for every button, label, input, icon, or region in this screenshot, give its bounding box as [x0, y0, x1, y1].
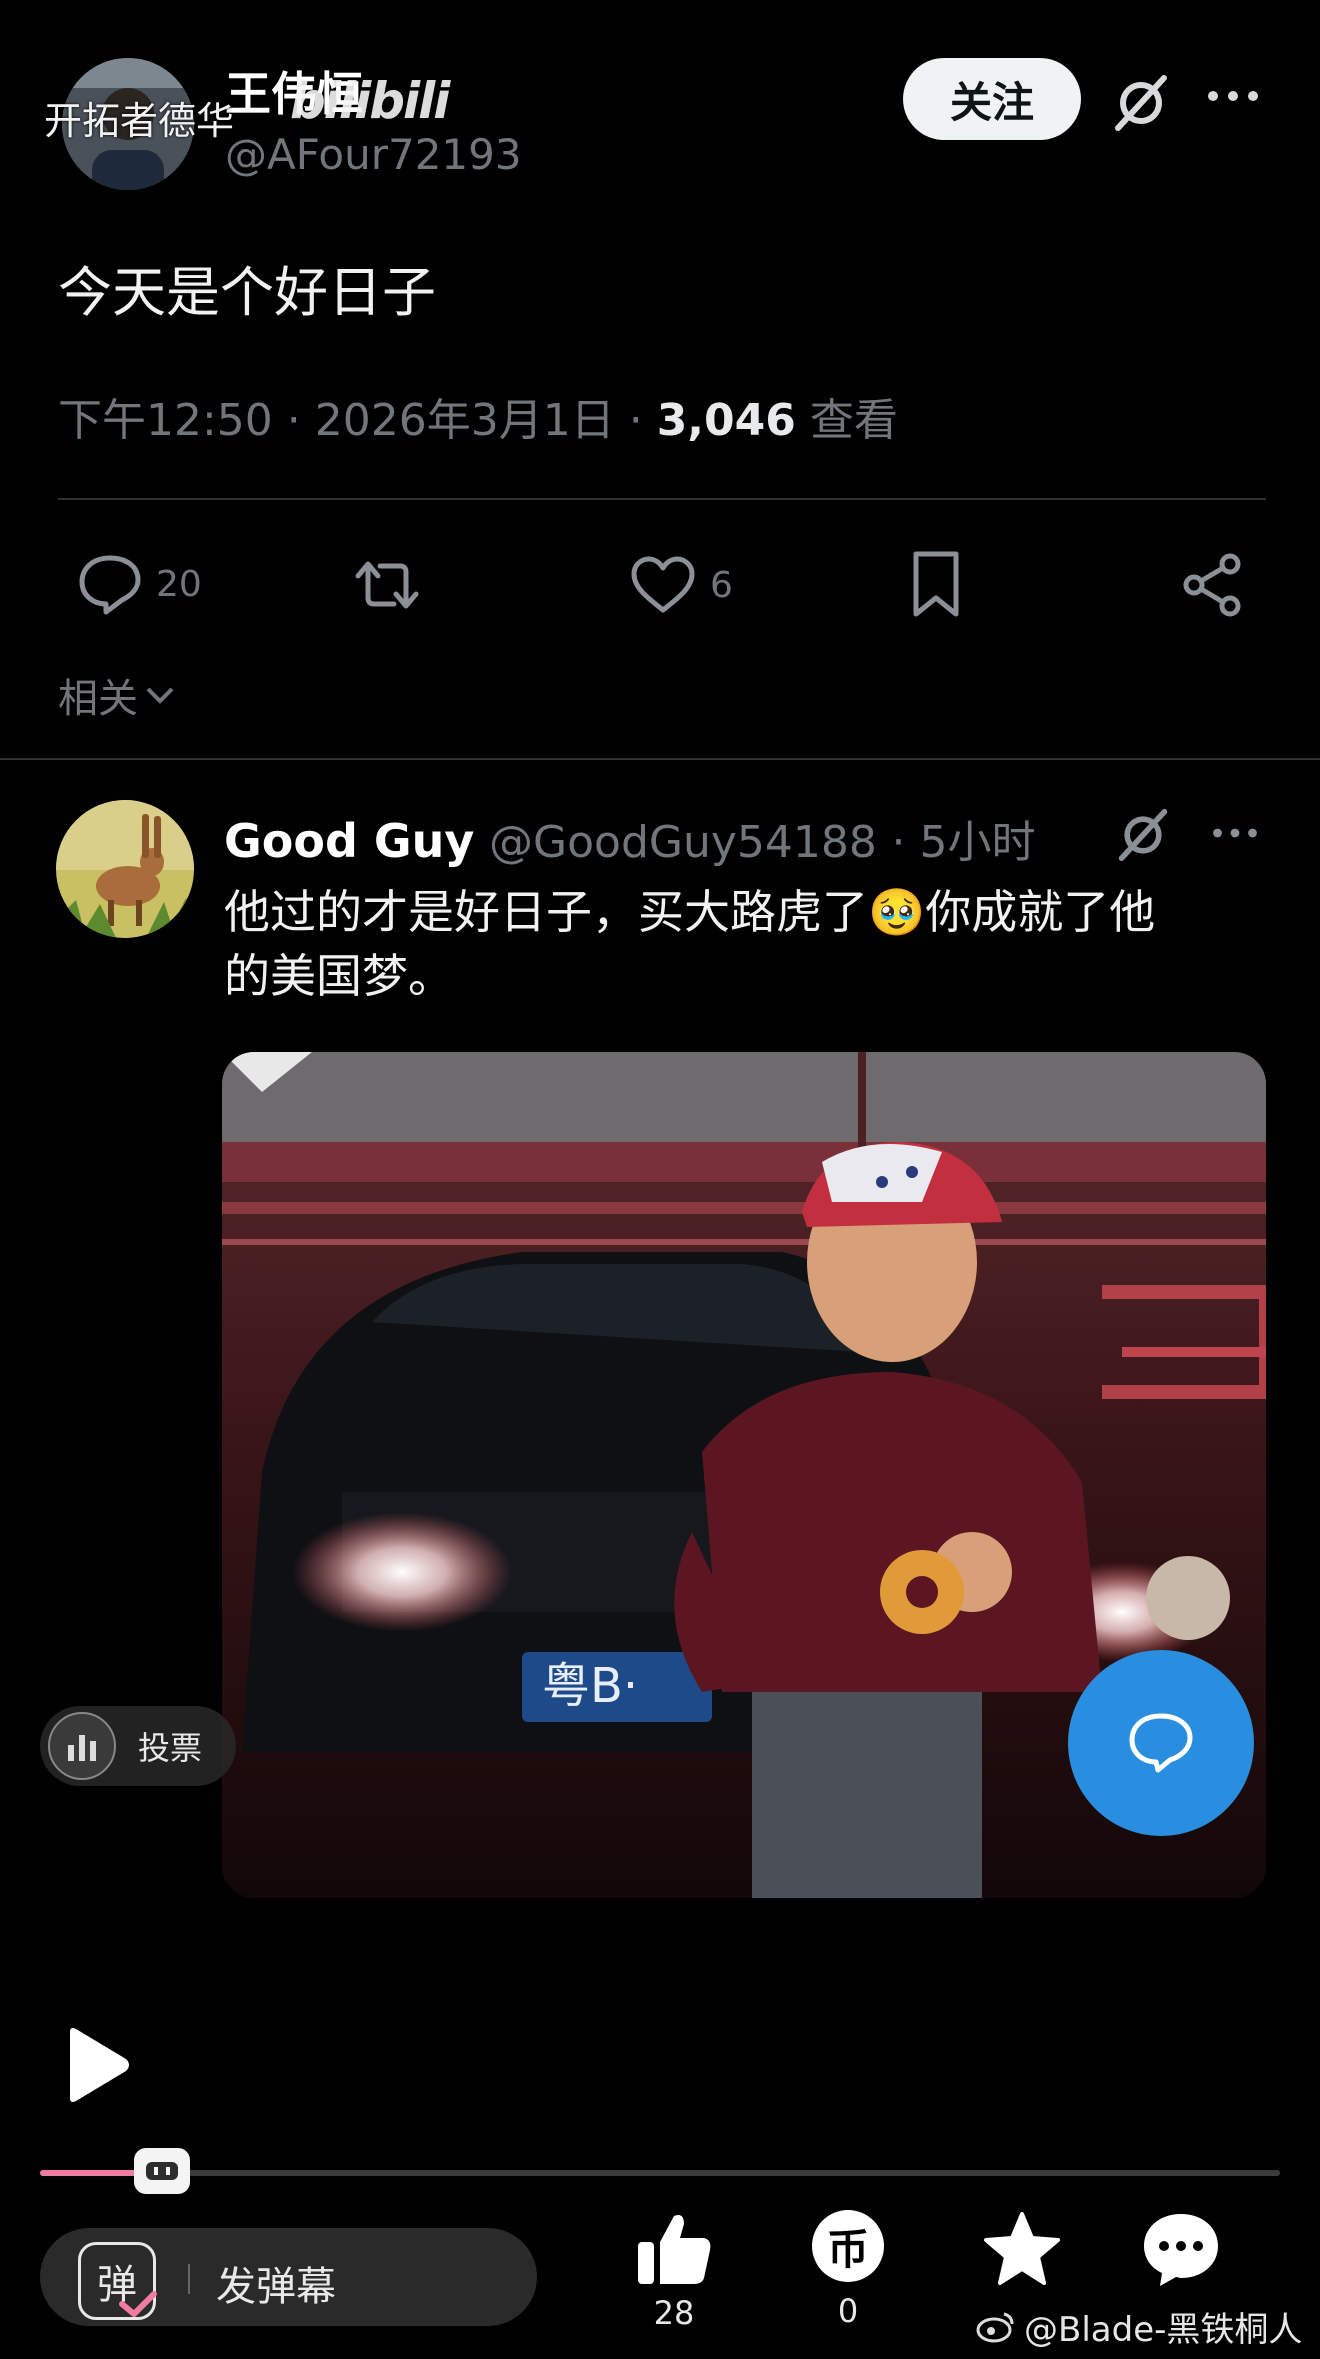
view-count: 3,046 [656, 395, 796, 446]
play-button[interactable] [62, 2026, 132, 2104]
section-divider [0, 758, 1320, 760]
author-handle: @AFour72193 [225, 130, 522, 179]
play-icon [62, 2026, 132, 2104]
share-video-button[interactable] [1140, 2210, 1222, 2290]
bilibili-logo: bilibili [290, 72, 450, 130]
license-plate: 粤B· [542, 1658, 638, 1714]
reply-icon [76, 552, 144, 616]
more-icon[interactable] [1206, 88, 1260, 104]
views-label: 查看 [795, 395, 898, 446]
progress-track[interactable] [40, 2148, 1280, 2194]
channel-watermark: 开拓者德华 [44, 99, 235, 143]
post-divider [58, 498, 1266, 500]
coin-glyph: 币 [826, 2224, 869, 2274]
reply-time: · 5小时 [891, 817, 1036, 868]
share-icon[interactable] [1180, 552, 1246, 618]
reply-text-part2: 你成就了他 [925, 885, 1156, 939]
coin-icon: 币 [812, 2210, 884, 2282]
like-video-button[interactable]: 28 [614, 2210, 734, 2332]
bookmark-icon[interactable] [908, 548, 964, 620]
coin-count: 0 [837, 2292, 859, 2330]
reply-button[interactable]: 20 [76, 552, 202, 616]
like-button[interactable]: 6 [628, 554, 733, 616]
comment-bubble-icon [1140, 2210, 1222, 2290]
grok-icon[interactable] [1112, 74, 1170, 132]
heart-icon [628, 554, 698, 616]
weibo-watermark: @Blade-黑铁桐人 [976, 2302, 1302, 2351]
comment-fab[interactable] [1068, 1650, 1254, 1836]
reply-count: 20 [156, 563, 202, 605]
reply-avatar[interactable] [56, 800, 194, 938]
reply-text-line1: 他过的才是好日子，买大路虎了🥹你成就了他 [224, 880, 1264, 944]
follow-button[interactable]: 关注 [903, 58, 1081, 140]
star-icon [982, 2210, 1082, 2288]
chevron-down-icon [144, 683, 176, 707]
weibo-logo-icon [976, 2310, 1016, 2344]
coin-button[interactable]: 币 0 [788, 2210, 908, 2330]
poll-chip[interactable]: 投票 [40, 1706, 236, 1786]
progress-thumb[interactable] [134, 2148, 191, 2194]
reply-text: 他过的才是好日子，买大路虎了🥹你成就了他 的美国梦。 [224, 880, 1264, 1008]
reply-text-part1: 他过的才是好日子，买大路虎了 [224, 885, 868, 939]
favorite-button[interactable] [962, 2210, 1082, 2288]
thumbs-up-icon [634, 2210, 734, 2288]
reply-author-name: Good Guy [224, 814, 475, 868]
danmaku-checkmark-icon [118, 2290, 158, 2320]
danmaku-label: 发弹幕 [216, 2264, 336, 2310]
post-time: 下午12:50 · 2026年3月1日 · [58, 395, 657, 446]
reply-text-line2: 的美国梦。 [224, 949, 454, 1003]
poll-label: 投票 [138, 1729, 203, 1767]
weibo-credit: @Blade-黑铁桐人 [1024, 2310, 1303, 2350]
like-video-count: 28 [653, 2294, 695, 2332]
pill-separator [188, 2264, 190, 2294]
chat-bubble-icon [1124, 1708, 1198, 1778]
related-toggle[interactable]: 相关 [58, 666, 176, 724]
bar-chart-icon [48, 1712, 116, 1780]
like-count: 6 [710, 564, 733, 606]
post-meta: 下午12:50 · 2026年3月1日 · 3,046 查看 [58, 384, 898, 448]
reply-handle: @GoodGuy54188 [489, 817, 877, 868]
reply-more-icon[interactable] [1210, 826, 1260, 840]
reply-header: Good Guy @GoodGuy54188 · 5小时 [224, 806, 1035, 870]
reply-grok-icon[interactable] [1116, 808, 1170, 862]
pleading-face-emoji: 🥹 [868, 885, 926, 939]
related-label: 相关 [58, 676, 138, 722]
repost-icon[interactable] [350, 554, 424, 616]
post-text: 今天是个好日子 [58, 261, 436, 324]
